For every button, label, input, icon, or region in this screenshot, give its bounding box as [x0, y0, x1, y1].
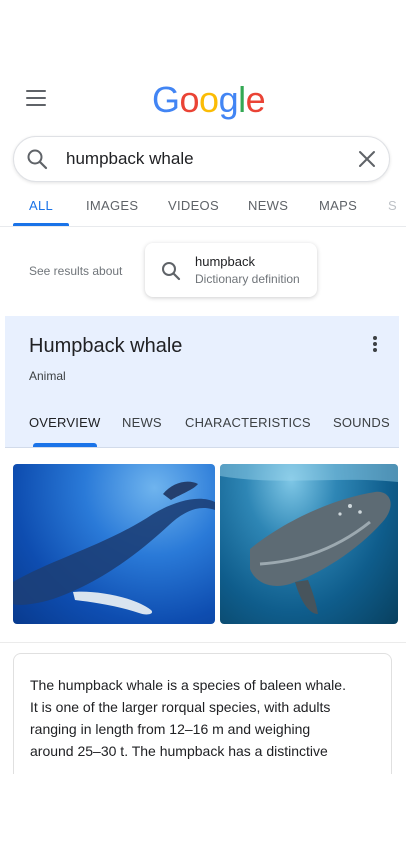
description-line: The humpback whale is a species of balee…: [30, 677, 346, 693]
knowledge-panel-header: Humpback whale Animal OVERVIEW NEWS CHAR…: [5, 316, 399, 448]
dictionary-card-subtitle: Dictionary definition: [195, 272, 300, 286]
logo-letter: l: [238, 79, 246, 120]
entity-subtitle: Animal: [29, 369, 66, 383]
dictionary-definition-card[interactable]: humpback Dictionary definition: [145, 243, 317, 297]
section-divider: [0, 642, 406, 643]
tab-news[interactable]: NEWS: [248, 198, 288, 213]
kp-active-tab-indicator: [33, 443, 97, 447]
search-tabs: ALL IMAGES VIDEOS NEWS MAPS S: [0, 190, 406, 227]
description-line: around 25–30 t. The humpback has a disti…: [30, 743, 328, 759]
tab-all[interactable]: ALL: [29, 198, 53, 213]
whale-image-1[interactable]: [13, 464, 215, 624]
search-bar[interactable]: humpback whale: [13, 136, 390, 182]
logo-letter: e: [245, 79, 266, 120]
active-tab-indicator: [13, 223, 69, 226]
whale-image-2[interactable]: [220, 464, 398, 624]
description-line: ranging in length from 12–16 m and weigh…: [30, 721, 311, 737]
entity-description: The humpback whale is a species of balee…: [30, 674, 378, 762]
more-options-icon[interactable]: [373, 336, 377, 354]
hamburger-menu-icon[interactable]: [26, 90, 46, 106]
logo-letter: G: [152, 79, 180, 120]
search-icon: [161, 261, 181, 286]
tab-maps[interactable]: MAPS: [319, 198, 357, 213]
logo-letter: o: [199, 79, 219, 120]
close-icon[interactable]: [357, 149, 377, 174]
kp-tab-sounds[interactable]: SOUNDS: [333, 415, 390, 430]
description-line: It is one of the larger rorqual species,…: [30, 699, 331, 715]
dictionary-card-title: humpback: [195, 254, 255, 269]
google-logo[interactable]: Google: [152, 78, 266, 122]
description-card: The humpback whale is a species of balee…: [13, 653, 392, 774]
kp-tab-characteristics[interactable]: CHARACTERISTICS: [185, 415, 311, 430]
search-icon[interactable]: [26, 148, 48, 175]
entity-title: Humpback whale: [29, 335, 183, 357]
kp-tab-overview[interactable]: OVERVIEW: [29, 415, 100, 430]
tab-videos[interactable]: VIDEOS: [168, 198, 219, 213]
tab-images[interactable]: IMAGES: [86, 198, 138, 213]
logo-letter: o: [179, 79, 200, 120]
search-input[interactable]: humpback whale: [66, 149, 194, 169]
search-results-page: Google humpback whale ALL IMAGES VIDEOS …: [0, 0, 406, 843]
kp-tab-news[interactable]: NEWS: [122, 415, 162, 430]
logo-letter: g: [218, 79, 239, 120]
tab-shopping-partial[interactable]: S: [388, 198, 397, 213]
see-results-label: See results about: [29, 264, 123, 278]
